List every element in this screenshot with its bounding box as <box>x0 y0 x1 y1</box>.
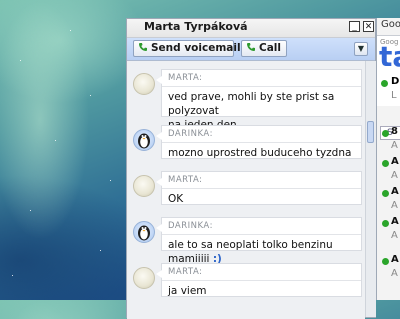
chat-window: Marta Tyrpáková _ ✕ Send voicemail Call … <box>126 18 376 319</box>
contact-name: 8 <box>391 126 398 137</box>
contact-status: A <box>391 140 398 151</box>
send-voicemail-label: Send voicemail <box>151 42 241 54</box>
scroll-thumb[interactable] <box>367 121 374 143</box>
gtalk-title: Goo <box>377 18 400 36</box>
message-scrollbar[interactable] <box>365 61 376 317</box>
message-list[interactable]: MARTA: ved prave, mohli by ste prist sa … <box>127 61 365 319</box>
message-sender: MARTA: <box>168 73 203 83</box>
online-status-icon <box>382 160 389 167</box>
call-label: Call <box>259 42 281 54</box>
call-button[interactable]: Call <box>241 40 287 57</box>
message-bubble: DARINKA: mozno uprostred buduceho tyzdna <box>156 125 362 159</box>
penguin-avatar <box>133 221 155 243</box>
contact-status: A <box>391 230 398 241</box>
title-bar[interactable]: Marta Tyrpáková _ ✕ <box>127 19 375 38</box>
contact-name: A <box>391 254 399 265</box>
message-bubble: DARINKA: ale to sa neoplati tolko benzin… <box>156 217 362 265</box>
minimize-button[interactable]: _ <box>349 21 360 32</box>
contact-name: A <box>391 156 399 167</box>
my-status-text: L <box>391 90 397 101</box>
online-status-icon <box>382 190 389 197</box>
contact-status: A <box>391 268 398 279</box>
message-text: ale to sa neoplati tolko benzinu mamiiii… <box>168 239 333 265</box>
message-sender: MARTA: <box>168 175 203 185</box>
online-status-icon <box>382 258 389 265</box>
penguin-icon <box>138 133 150 149</box>
contact-item[interactable]: A A <box>377 254 400 294</box>
online-status-icon <box>382 130 389 137</box>
window-title: Marta Tyrpáková <box>144 20 248 33</box>
online-status-icon <box>382 220 389 227</box>
message-bubble: MARTA: ja viem <box>156 263 362 297</box>
my-name: D <box>391 76 400 87</box>
penguin-avatar <box>133 129 155 151</box>
my-status[interactable]: D L <box>377 76 400 106</box>
message-sender: DARINKA: <box>168 129 213 139</box>
contact-status: A <box>391 200 398 211</box>
phone-icon <box>139 43 147 51</box>
penguin-icon <box>138 225 150 241</box>
logo-talk-text: ta <box>379 40 400 73</box>
contact-item[interactable]: A A <box>377 216 400 256</box>
message-text: OK <box>168 193 184 205</box>
send-voicemail-button[interactable]: Send voicemail <box>133 40 241 57</box>
user-avatar <box>133 175 155 197</box>
user-avatar <box>133 73 155 95</box>
user-avatar <box>133 267 155 289</box>
message-sender: MARTA: <box>168 267 203 277</box>
chat-toolbar: Send voicemail Call ▼ <box>127 38 375 61</box>
message-text: mozno uprostred buduceho tyzdna <box>168 147 352 159</box>
gtalk-contacts-panel: Goo Goog ta D L ⌕S 8 A A A A A A A A A <box>376 18 400 300</box>
contact-status: A <box>391 170 398 181</box>
contact-name: A <box>391 186 399 197</box>
close-button[interactable]: ✕ <box>363 21 374 32</box>
contact-name: A <box>391 216 399 227</box>
message-bubble: MARTA: OK <box>156 171 362 205</box>
message-sender: DARINKA: <box>168 221 213 231</box>
phone-icon <box>247 43 255 51</box>
gtalk-logo: Goog ta <box>377 36 400 76</box>
message-bubble: MARTA: ved prave, mohli by ste prist sa … <box>156 69 362 131</box>
more-options-button[interactable]: ▼ <box>354 42 368 56</box>
message-text: ja viem <box>168 285 207 297</box>
online-status-icon <box>381 80 388 87</box>
